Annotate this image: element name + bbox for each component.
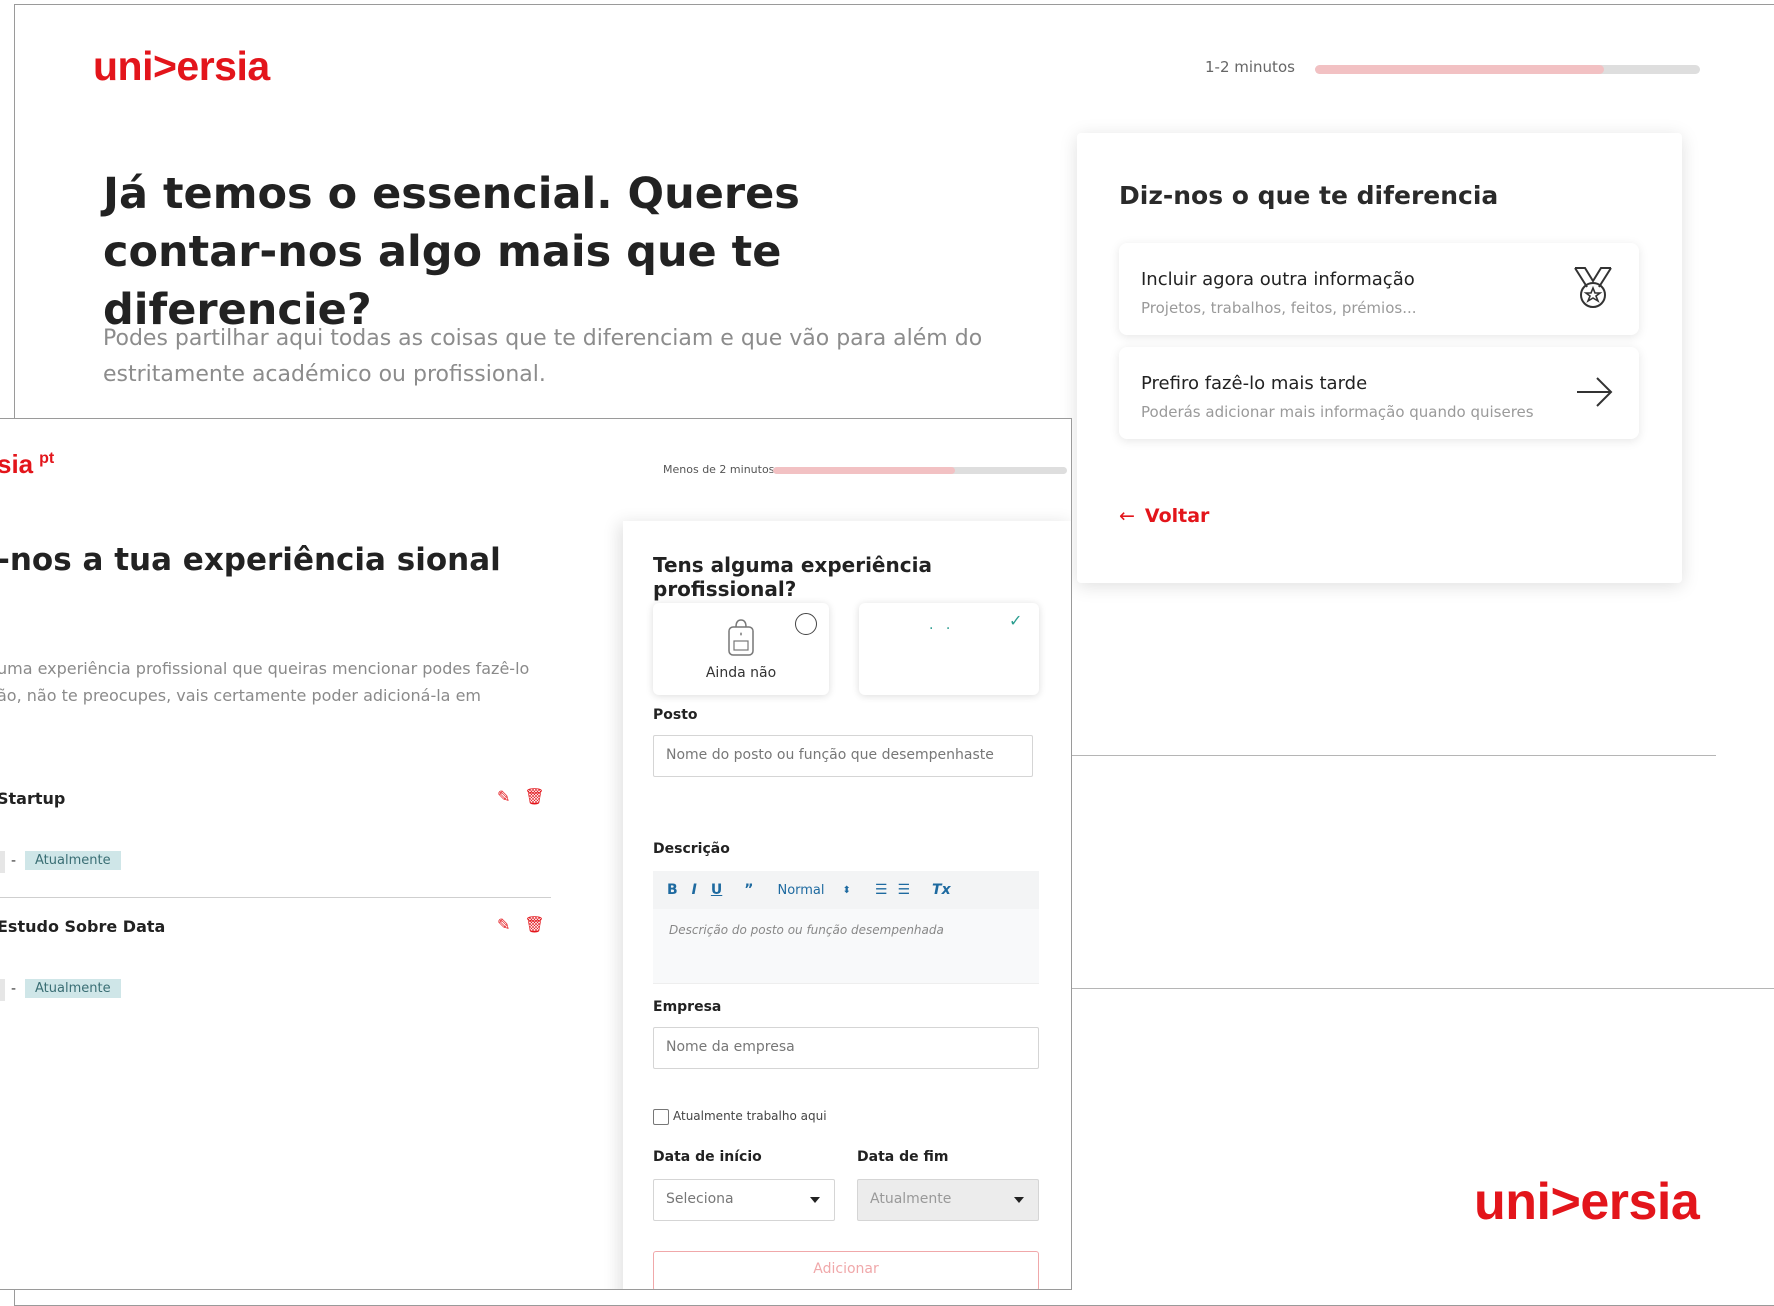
editor-toolbar: B I U ” Normal ⬍ ☰ ☰ Tx	[653, 871, 1039, 909]
empresa-label: Empresa	[653, 999, 722, 1015]
data-fim-select: Atualmente	[857, 1179, 1039, 1221]
arrow-left-icon: ←	[1119, 505, 1135, 527]
trash-icon[interactable]: 🗑	[524, 787, 558, 806]
choice-not-yet[interactable]: Ainda não	[653, 603, 829, 695]
progress-fill	[1315, 65, 1604, 74]
medal-icon	[1571, 265, 1615, 315]
back-label: Voltar	[1144, 505, 1210, 527]
description-editor[interactable]: Descrição do posto ou função desempenhad…	[653, 909, 1039, 984]
updown-icon: ⬍	[842, 884, 851, 896]
choice-label: · ·	[929, 621, 955, 637]
editor-placeholder: Descrição do posto ou função desempenhad…	[669, 923, 944, 937]
option-title: Prefiro fazê-lo mais tarde	[1141, 373, 1368, 394]
back-link[interactable]: ← Voltar	[1119, 505, 1209, 527]
checkbox-label: Atualmente trabalho aqui	[673, 1109, 827, 1123]
select-value: Seleciona	[666, 1191, 734, 1207]
page-title: -nos a tua experiência sional	[0, 542, 501, 578]
chevron-down-icon	[1014, 1197, 1024, 1203]
currently-working-checkbox[interactable]	[653, 1109, 669, 1125]
progress-bar	[1315, 65, 1700, 74]
italic-button[interactable]: I	[692, 882, 697, 898]
radio-button[interactable]	[795, 613, 817, 635]
experience-title: Startup	[0, 789, 66, 808]
choice-label: Ainda não	[705, 665, 777, 681]
progress-label: Menos de 2 minutos	[663, 463, 775, 476]
select-value: Atualmente	[870, 1191, 952, 1207]
status-badge: Atualmente	[25, 979, 121, 998]
date-chip	[0, 851, 5, 873]
edit-icon[interactable]: ✎	[497, 787, 524, 806]
screen-experience: sia pt Menos de 2 minutos -nos a tua expe…	[0, 418, 1072, 1290]
empresa-input[interactable]: Nome da empresa	[653, 1027, 1039, 1069]
data-inicio-select[interactable]: Seleciona	[653, 1179, 835, 1221]
ordered-list-icon[interactable]: ☰	[875, 882, 888, 898]
form-title: Tens alguma experiência profissional?	[653, 553, 932, 601]
page-subtitle: uma experiência profissional que queiras…	[0, 659, 530, 705]
divider	[1066, 755, 1716, 756]
experience-form: Tens alguma experiência profissional? Ai…	[623, 521, 1071, 1289]
option-subtitle: Poderás adicionar mais informação quando…	[1141, 403, 1534, 421]
descricao-label: Descrição	[653, 841, 730, 857]
chevron-down-icon	[810, 1197, 820, 1203]
page-subtitle: Podes partilhar aqui todas as coisas que…	[103, 326, 983, 387]
experience-actions: ✎🗑	[497, 915, 559, 934]
experience-actions: ✎🗑	[497, 787, 559, 806]
bullet-list-icon[interactable]: ☰	[897, 882, 910, 898]
date-chip	[0, 979, 5, 1001]
differentiate-card: Diz-nos o que te diferencia Incluir agor…	[1077, 133, 1682, 583]
option-include-now[interactable]: Incluir agora outra informação Projetos,…	[1119, 243, 1639, 335]
check-icon: ✓	[1009, 611, 1023, 630]
posto-label: Posto	[653, 707, 698, 723]
posto-input[interactable]: Nome do posto ou função que desempenhast…	[653, 735, 1033, 777]
add-button[interactable]: Adicionar	[653, 1251, 1039, 1289]
progress-label: 1-2 minutos	[1205, 58, 1295, 76]
card-title: Diz-nos o que te diferencia	[1119, 181, 1499, 210]
experience-title: Estudo Sobre Data	[0, 917, 166, 936]
divider	[0, 897, 551, 898]
trash-icon[interactable]: 🗑	[524, 915, 558, 934]
quote-button[interactable]: ”	[744, 882, 753, 898]
data-inicio-label: Data de início	[653, 1149, 762, 1165]
universia-pt-logo: sia pt	[0, 449, 55, 479]
clear-format-button[interactable]: Tx	[932, 882, 951, 898]
status-badge: Atualmente	[25, 851, 121, 870]
progress-bar	[773, 467, 1067, 474]
divider	[1066, 988, 1774, 989]
option-title: Incluir agora outra informação	[1141, 269, 1415, 290]
arrow-right-icon	[1575, 375, 1615, 413]
font-size-select[interactable]: Normal	[777, 883, 824, 898]
page-title: Já temos o essencial. Queres contar-nos …	[103, 169, 800, 335]
edit-icon[interactable]: ✎	[497, 915, 524, 934]
date-separator: -	[11, 853, 17, 869]
choice-yes[interactable]: · · ✓	[859, 603, 1039, 695]
option-subtitle: Projetos, trabalhos, feitos, prémios...	[1141, 299, 1417, 317]
option-later[interactable]: Prefiro fazê-lo mais tarde Poderás adici…	[1119, 347, 1639, 439]
underline-button[interactable]: U	[711, 882, 722, 898]
backpack-icon	[725, 617, 757, 661]
universia-logo-footer: uni>ersia	[1474, 1173, 1700, 1231]
progress-fill	[773, 467, 956, 474]
universia-logo: uni>ersia	[93, 43, 270, 89]
bold-button[interactable]: B	[667, 882, 678, 898]
data-fim-label: Data de fim	[857, 1149, 949, 1165]
date-separator: -	[11, 981, 17, 997]
